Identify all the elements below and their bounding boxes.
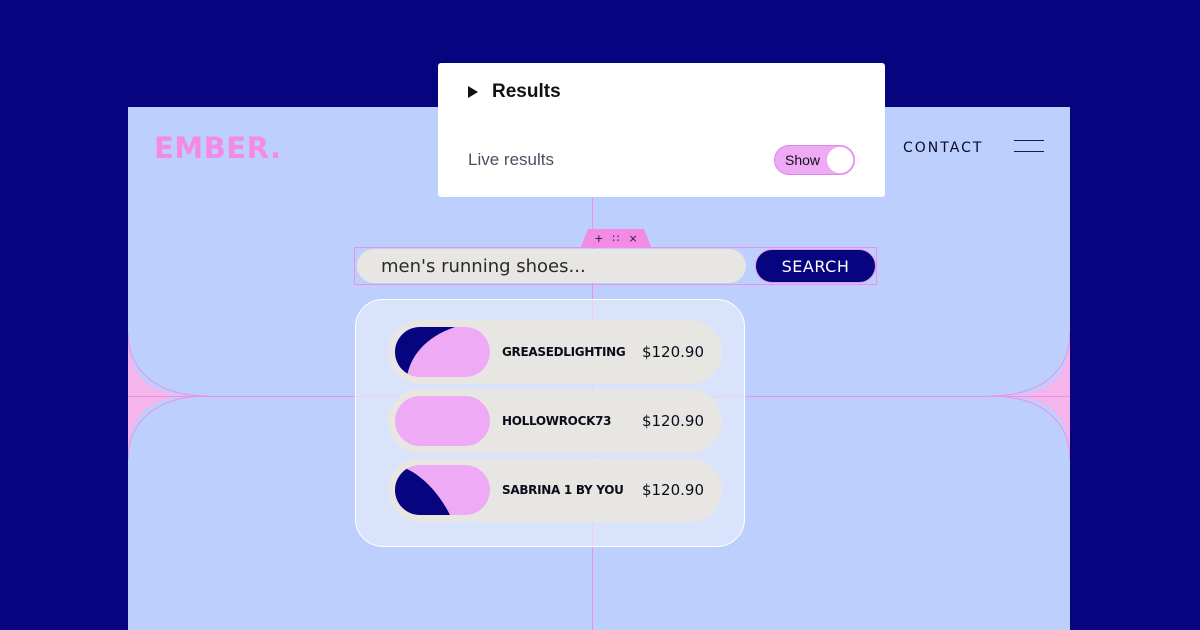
search-input[interactable]: men's running shoes... bbox=[357, 249, 746, 283]
product-thumbnail bbox=[395, 396, 490, 446]
result-price: $120.90 bbox=[641, 481, 704, 499]
result-item[interactable]: GREASEDLIGHTING $120.90 bbox=[388, 320, 722, 384]
editor-toolbar: + ∷ × bbox=[581, 229, 651, 247]
toggle-label: Show bbox=[785, 152, 821, 168]
result-price: $120.90 bbox=[641, 343, 704, 361]
result-item[interactable]: SABRINA 1 BY YOU $120.90 bbox=[388, 458, 722, 522]
expand-triangle-icon[interactable] bbox=[468, 86, 478, 98]
add-icon[interactable]: + bbox=[594, 233, 603, 244]
hamburger-icon[interactable] bbox=[1014, 140, 1044, 152]
results-settings-panel: Results Live results Show bbox=[438, 63, 885, 197]
live-results-label: Live results bbox=[468, 150, 554, 169]
live-results-toggle[interactable]: Show bbox=[774, 145, 855, 175]
result-name: SABRINA 1 BY YOU bbox=[502, 483, 624, 497]
result-name: GREASEDLIGHTING bbox=[502, 345, 626, 359]
panel-title: Results bbox=[492, 81, 561, 102]
close-icon[interactable]: × bbox=[629, 233, 638, 244]
toggle-knob[interactable] bbox=[827, 147, 853, 173]
results-dropdown: GREASEDLIGHTING $120.90 HOLLOWROCK73 $12… bbox=[355, 299, 745, 547]
search-selection-frame: men's running shoes... SEARCH bbox=[354, 247, 877, 285]
search-button[interactable]: SEARCH bbox=[755, 249, 876, 283]
brand-logo[interactable]: EMBER. bbox=[154, 131, 281, 165]
result-item[interactable]: HOLLOWROCK73 $120.90 bbox=[388, 389, 722, 453]
result-price: $120.90 bbox=[641, 412, 704, 430]
result-name: HOLLOWROCK73 bbox=[502, 414, 612, 428]
panel-header[interactable]: Results bbox=[468, 81, 561, 103]
drag-handle-icon[interactable]: ∷ bbox=[613, 233, 620, 244]
product-thumbnail bbox=[395, 327, 490, 377]
product-thumbnail bbox=[395, 465, 490, 515]
nav-link-contact[interactable]: CONTACT bbox=[903, 140, 983, 156]
